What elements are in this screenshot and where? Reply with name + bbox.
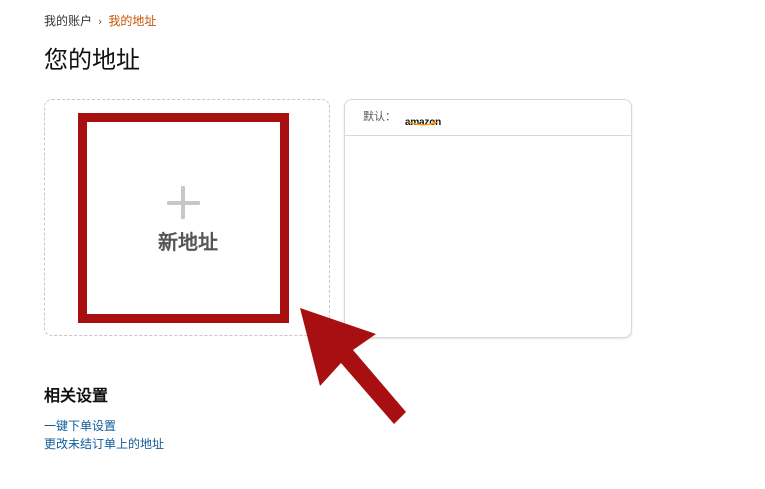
breadcrumb-separator: › bbox=[98, 15, 103, 28]
default-address-header: 默认： amazon bbox=[345, 100, 631, 136]
amazon-smile-icon bbox=[408, 121, 438, 126]
add-address-card[interactable]: 新地址 bbox=[44, 99, 330, 336]
amazon-logo-icon: amazon bbox=[405, 110, 445, 128]
one-click-settings-link[interactable]: 一键下单设置 bbox=[44, 418, 116, 434]
page-title: 您的地址 bbox=[44, 46, 140, 74]
breadcrumb-my-addresses[interactable]: 我的地址 bbox=[108, 14, 156, 28]
breadcrumb: 我的账户 › 我的地址 bbox=[44, 13, 156, 30]
related-settings-title: 相关设置 bbox=[44, 386, 109, 405]
change-open-order-address-link[interactable]: 更改未结订单上的地址 bbox=[44, 436, 164, 452]
plus-icon-vertical-stroke bbox=[181, 186, 185, 219]
default-label: 默认： bbox=[363, 110, 396, 123]
add-address-label: 新地址 bbox=[158, 230, 218, 254]
addresses-page: 我的账户 › 我的地址 您的地址 新地址 默认： amazon 相关设置 一键下单设… bbox=[0, 0, 765, 489]
default-address-card: 默认： amazon bbox=[344, 99, 632, 338]
breadcrumb-my-account[interactable]: 我的账户 bbox=[44, 14, 92, 28]
